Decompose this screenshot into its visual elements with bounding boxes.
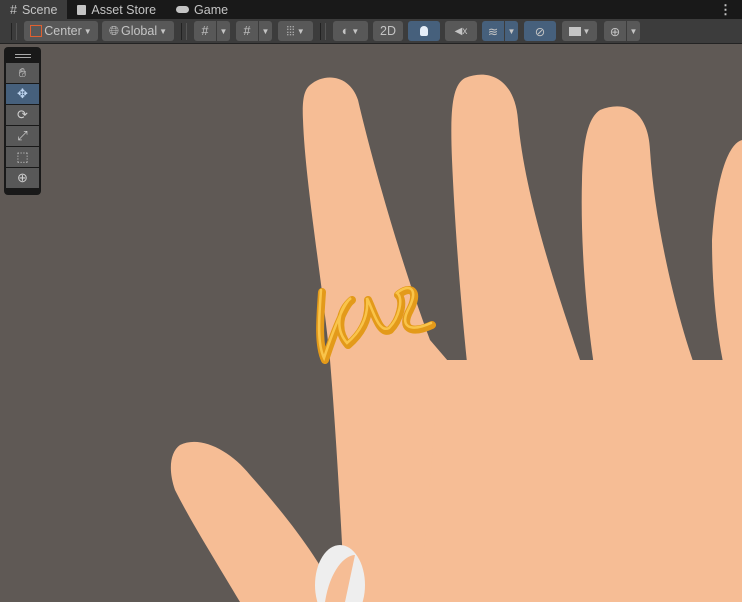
ruler-icon: ⦙⦙⦙ <box>286 23 295 38</box>
tab-scene[interactable]: # Scene <box>0 0 68 19</box>
bag-icon <box>77 4 87 15</box>
layers-icon: ≋ <box>487 24 499 39</box>
globe-icon: 🌐︎ <box>108 23 119 38</box>
move-tool[interactable]: ✥ <box>6 84 39 104</box>
eye-hidden-icon: ⊘ <box>534 24 546 39</box>
2d-toggle[interactable]: 2D <box>373 21 403 41</box>
toolbar-grip <box>11 22 17 40</box>
lightbulb-icon <box>420 26 428 36</box>
scale-tool[interactable]: ⤢ <box>6 126 39 146</box>
snap-dropdown[interactable]: ▼ <box>259 21 272 41</box>
scene-visibility-toggle[interactable]: ⊘ <box>524 21 556 41</box>
chevron-down-icon: ▼ <box>582 26 591 36</box>
scale-icon: ⤢ <box>17 128 28 143</box>
move-arrows-icon: ✥ <box>17 86 28 101</box>
grid-visibility-button[interactable]: # <box>194 21 216 41</box>
chevron-down-icon: ▼ <box>296 26 305 36</box>
scene-toolbar: Center ▼ 🌐︎ Global ▼ # ▼ # ▼ ⦙⦙⦙ ▼ ◐ ▼ 2D ◀x ≋ ▼… <box>0 19 742 44</box>
middle-finger <box>451 74 580 390</box>
camera-dropdown[interactable]: ▼ <box>562 21 597 41</box>
toolbar-grip <box>181 22 187 40</box>
rect-transform-icon: ⬚ <box>16 149 29 164</box>
gamepad-icon <box>176 6 190 13</box>
space-dropdown[interactable]: 🌐︎ Global ▼ <box>102 21 174 41</box>
hand-model <box>170 74 742 602</box>
toolbar-grip <box>320 22 326 40</box>
palm <box>420 360 742 602</box>
chevron-down-icon: ▼ <box>159 26 168 36</box>
transform-icon: ⊕ <box>17 170 28 185</box>
audio-toggle[interactable]: ◀x <box>445 21 477 41</box>
transform-tool[interactable]: ⊕ <box>6 168 39 188</box>
lighting-toggle[interactable] <box>408 21 440 41</box>
gizmo-icon: ⊕ <box>609 24 621 39</box>
tab-asset-store[interactable]: Asset Store <box>67 0 166 19</box>
chevron-down-icon: ▼ <box>351 26 360 36</box>
mute-icon: ◀x <box>454 25 468 37</box>
effects-dropdown[interactable]: ▼ <box>505 21 518 41</box>
grid-icon: # <box>10 3 17 17</box>
rect-tool[interactable]: ⬚ <box>6 147 39 167</box>
scene-viewport[interactable]: ✋︎ ✥ ⟳ ⤢ ⬚ ⊕ <box>0 44 742 602</box>
pivot-icon <box>30 25 43 37</box>
shading-sphere-icon: ◐ <box>341 24 350 38</box>
hand-icon: ✋︎ <box>18 65 27 80</box>
draw-mode-dropdown[interactable]: ◐ ▼ <box>333 21 368 41</box>
gizmos-dropdown[interactable]: ▼ <box>627 21 640 41</box>
drag-handle[interactable] <box>6 49 39 63</box>
increment-snap-button[interactable]: ⦙⦙⦙ ▼ <box>278 21 313 41</box>
hand-tool[interactable]: ✋︎ <box>6 63 39 83</box>
grid-snap-button[interactable]: # <box>236 21 258 41</box>
tool-palette: ✋︎ ✥ ⟳ ⤢ ⬚ ⊕ <box>4 47 41 195</box>
rotate-tool[interactable]: ⟳ <box>6 105 39 125</box>
grid-dropdown[interactable]: ▼ <box>217 21 230 41</box>
gizmos-toggle[interactable]: ⊕ <box>604 21 626 41</box>
chevron-down-icon: ▼ <box>83 26 92 36</box>
effects-toggle[interactable]: ≋ <box>482 21 504 41</box>
more-options-icon[interactable]: ⋮ <box>719 2 732 18</box>
ring-finger <box>581 106 700 401</box>
snap-icon: # <box>243 24 251 38</box>
chevron-down-icon: ▼ <box>219 26 228 36</box>
chevron-down-icon: ▼ <box>261 26 270 36</box>
tab-game[interactable]: Game <box>166 0 238 19</box>
pivot-dropdown[interactable]: Center ▼ <box>24 21 98 41</box>
thumb <box>170 441 340 602</box>
chevron-down-icon: ▼ <box>507 26 516 36</box>
camera-icon <box>568 26 581 36</box>
chevron-down-icon: ▼ <box>629 26 638 36</box>
rotate-icon: ⟳ <box>17 107 28 122</box>
tab-bar: # Scene Asset Store Game ⋮ <box>0 0 742 19</box>
